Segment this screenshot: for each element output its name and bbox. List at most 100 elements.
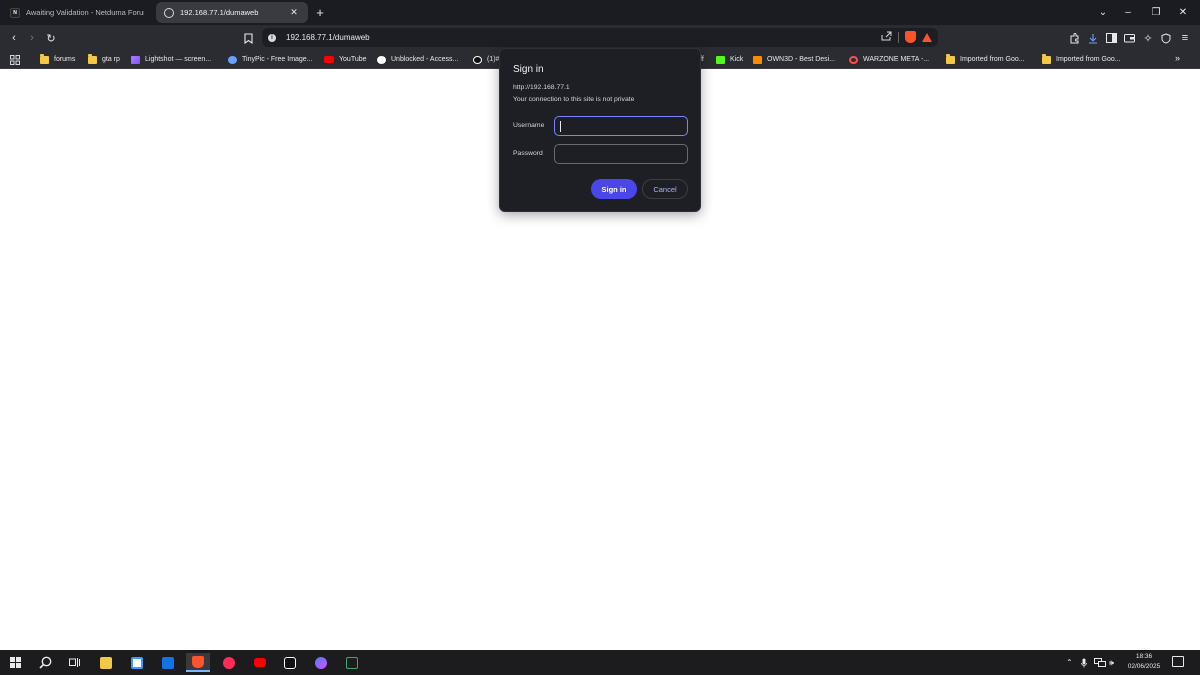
network-icon[interactable] [1094, 655, 1106, 670]
minimize-button[interactable]: – [1117, 4, 1139, 20]
bookmark-forums[interactable]: forums [40, 53, 75, 66]
bookmark-gta-rp[interactable]: gta rp [88, 53, 120, 66]
tab-dumaweb[interactable]: 192.168.77.1/dumaweb ✕ [156, 2, 308, 23]
tab-title: Awaiting Validation - Netduma Forum [26, 8, 144, 17]
bookmark-youtube[interactable]: YouTube [324, 53, 367, 66]
messenger-button[interactable] [309, 653, 333, 672]
task-view-button[interactable] [63, 653, 87, 672]
unblocked-icon [377, 55, 386, 64]
username-field[interactable] [554, 116, 688, 136]
kick-icon [716, 55, 725, 64]
bookmark-icon[interactable] [240, 30, 256, 46]
close-tab-icon[interactable]: ✕ [288, 7, 300, 19]
restore-button[interactable]: ❐ [1145, 4, 1167, 20]
excel-button[interactable] [340, 653, 364, 672]
forward-button[interactable]: › [24, 30, 40, 46]
netduma-favicon-icon: N [10, 7, 20, 18]
start-button[interactable] [3, 653, 27, 672]
folder-icon [40, 53, 49, 64]
bookmark-label: forums [54, 56, 76, 63]
system-clock[interactable]: 18:36 02/06/2025 [1124, 652, 1164, 672]
folder-icon [88, 53, 97, 64]
back-button[interactable]: ‹ [6, 30, 22, 46]
brave-shields-icon[interactable] [905, 31, 916, 43]
tinypic-icon [228, 55, 237, 64]
bookmark-label: TinyPic - Free Image... [242, 56, 313, 63]
sign-in-button[interactable]: Sign in [591, 179, 637, 199]
clock-time: 18:36 [1135, 653, 1153, 660]
globe-icon [164, 7, 174, 18]
clock-date: 02/06/2025 [1127, 663, 1161, 670]
excel-icon [346, 656, 358, 669]
tab-title: 192.168.77.1/dumaweb [180, 8, 259, 17]
bookmark-label: Lightshot — screen... [145, 56, 212, 63]
microsoft-store-button[interactable] [125, 653, 149, 672]
notifications-icon[interactable] [1172, 656, 1184, 667]
connection-warning: Your connection to this site is not priv… [513, 96, 635, 103]
outlook-icon [162, 656, 174, 669]
youtube-music-button[interactable] [217, 653, 241, 672]
bookmark-label: Imported from Goo... [1056, 56, 1121, 63]
address-bar[interactable]: i 192.168.77.1/dumaweb [262, 28, 938, 47]
bookmark-tiktok[interactable]: (1)# [473, 53, 499, 66]
bookmark-imported-2[interactable]: Imported from Goo... [1042, 53, 1121, 66]
divider [898, 31, 899, 43]
password-label: Password [513, 150, 543, 157]
extensions-icon[interactable] [1066, 30, 1082, 46]
tab-search-chevron-icon[interactable]: ⌄ [1092, 4, 1114, 20]
bookmark-label: (1)# [487, 56, 500, 63]
search-button[interactable] [33, 653, 57, 672]
apps-button[interactable] [10, 53, 25, 66]
bookmark-warzone-meta[interactable]: WARZONE META -... [849, 53, 929, 66]
folder-icon [1042, 53, 1051, 64]
browser-toolbar: ‹ › ↻ i 192.168.77.1/dumaweb ✧ ≡ [0, 25, 1200, 50]
password-field[interactable] [554, 144, 688, 164]
youtube-icon [254, 658, 266, 667]
bookmark-own3d[interactable]: OWN3D - Best Desi... [753, 53, 835, 66]
folder-icon [946, 53, 955, 64]
own3d-icon [753, 55, 762, 64]
volume-icon[interactable]: 🕪 [1109, 655, 1114, 670]
bookmark-label: WARZONE META -... [863, 56, 930, 63]
lightshot-icon [131, 55, 140, 64]
text-caret [560, 121, 561, 132]
bookmark-lightshot[interactable]: Lightshot — screen... [131, 53, 211, 66]
address-bar-url: 192.168.77.1/dumaweb [286, 33, 370, 42]
more-bookmarks-icon[interactable]: » [1175, 53, 1180, 63]
wallet-icon[interactable] [1121, 30, 1137, 46]
tiktok-icon [473, 55, 482, 64]
store-icon [131, 656, 143, 669]
tiktok-icon [284, 656, 296, 669]
youtube-icon [324, 56, 334, 63]
file-explorer-button[interactable] [94, 653, 118, 672]
sidebar-icon[interactable] [1103, 30, 1119, 46]
cancel-button[interactable]: Cancel [642, 179, 688, 199]
microphone-icon[interactable] [1081, 655, 1087, 670]
bookmark-kick[interactable]: Kick [716, 53, 743, 66]
share-icon[interactable] [881, 31, 892, 43]
messenger-icon [315, 656, 327, 669]
show-hidden-icons-button[interactable]: ⌃ [1066, 655, 1073, 670]
brave-browser-button[interactable] [186, 653, 210, 672]
outlook-button[interactable] [156, 653, 180, 672]
close-window-button[interactable]: ✕ [1172, 4, 1194, 20]
reload-button[interactable]: ↻ [43, 30, 59, 46]
bookmark-tinypic[interactable]: TinyPic - Free Image... [228, 53, 313, 66]
leo-ai-icon[interactable]: ✧ [1140, 30, 1156, 46]
youtube-button[interactable] [248, 653, 272, 672]
vpn-shield-icon[interactable] [1158, 30, 1174, 46]
bookmark-label: Unblocked - Access... [391, 56, 459, 63]
file-explorer-icon [100, 656, 112, 669]
tiktok-button[interactable] [278, 653, 302, 672]
bookmark-imported-1[interactable]: Imported from Goo... [946, 53, 1025, 66]
tab-strip: N Awaiting Validation - Netduma Forum 19… [0, 0, 1200, 25]
brave-rewards-icon[interactable] [922, 32, 932, 42]
downloads-icon[interactable] [1085, 30, 1101, 46]
tab-netduma-forum[interactable]: N Awaiting Validation - Netduma Forum [2, 2, 152, 23]
bookmark-unblocked[interactable]: Unblocked - Access... [377, 53, 458, 66]
site-info-icon[interactable]: i [268, 33, 276, 42]
youtube-music-icon [223, 656, 235, 669]
new-tab-button[interactable]: + [313, 5, 327, 20]
menu-icon[interactable]: ≡ [1177, 30, 1193, 46]
apps-grid-icon [10, 54, 20, 65]
